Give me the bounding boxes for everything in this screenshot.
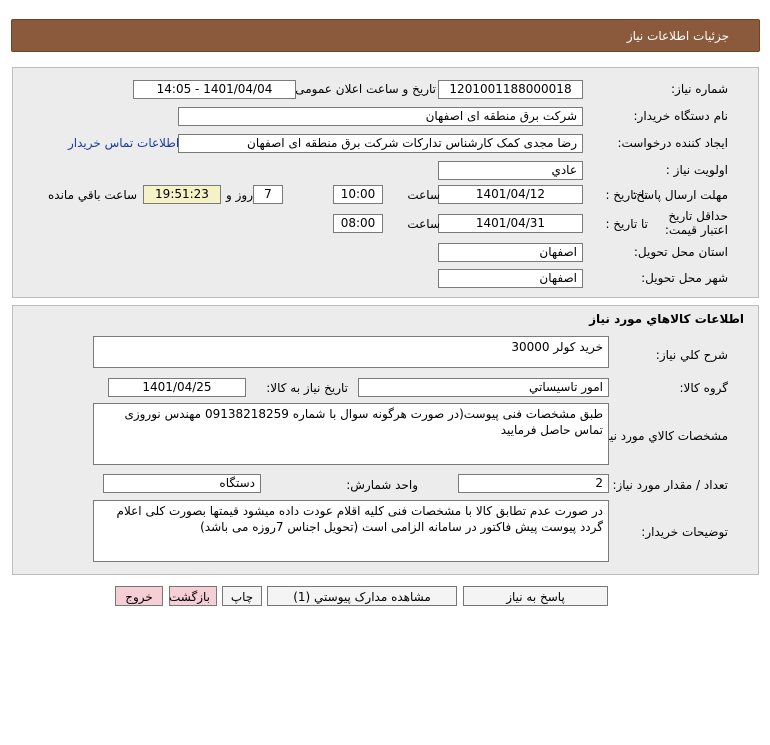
notes-label: توضيحات خريدار: (641, 525, 728, 539)
deadline-until-label: تا تاريخ : (605, 188, 648, 202)
buyer-org-label: نام دستگاه خريدار: (633, 109, 729, 123)
days-field: 7 (253, 185, 283, 204)
goods-info-panel: اطلاعات کالاهاي مورد نياز شرح کلي نياز: … (12, 305, 759, 575)
validity-until-label: تا تاريخ : (605, 217, 648, 231)
buyer-org-field: شرکت برق منطقه ای اصفهان (178, 107, 583, 126)
province-label: استان محل تحويل: (633, 245, 728, 259)
specs-field: طبق مشخصات فنی پیوست(در صورت هرگونه سوال… (93, 403, 609, 465)
validity-date-field: 1401/04/31 (438, 214, 583, 233)
need-info-panel: شماره نیاز: 1201001188000018 تاریخ و ساع… (12, 67, 759, 298)
announce-datetime-field: 1401/04/04 - 14:05 (133, 80, 296, 99)
unit-label: واحد شمارش: (346, 478, 418, 492)
remaining-label: ساعت باقي مانده (48, 188, 138, 202)
group-field: امور تاسيساتي (358, 378, 609, 397)
city-field: اصفهان (438, 269, 583, 288)
view-attachments-button[interactable]: مشاهده مدارک پيوستي (1) (267, 586, 457, 606)
qty-field: 2 (458, 474, 609, 493)
notes-field: در صورت عدم تطابق کالا با مشخصات فنی کلی… (93, 500, 609, 562)
need-date-field: 1401/04/25 (108, 378, 246, 397)
deadline-time-field: 10:00 (333, 185, 383, 204)
remaining-time-field: 19:51:23 (143, 185, 221, 204)
summary-field: خرید کولر 30000 (93, 336, 609, 368)
summary-label: شرح کلي نياز: (655, 348, 728, 362)
city-label: شهر محل تحويل: (641, 271, 728, 285)
group-label: گروه کالا: (679, 381, 729, 395)
validity-label: حداقل تاريخ اعتبار قيمت: (664, 209, 728, 237)
page-title: جزئیات اطلاعات نیاز (626, 29, 729, 43)
unit-field: دستگاه (103, 474, 261, 493)
priority-field: عادي (438, 161, 583, 180)
deadline-time-label: ساعت (407, 188, 440, 202)
announce-label: تاریخ و ساعت اعلان عمومی: (291, 82, 436, 96)
days-and-label: روز و (226, 188, 253, 202)
goods-section-title: اطلاعات کالاهاي مورد نياز (589, 312, 744, 326)
validity-time-label: ساعت (407, 217, 440, 231)
priority-label: اولويت نياز : (665, 163, 728, 177)
back-button[interactable]: بازگشت (169, 586, 217, 606)
need-number-field: 1201001188000018 (438, 80, 583, 99)
print-button[interactable]: چاپ (222, 586, 262, 606)
need-number-label: شماره نیاز: (671, 82, 728, 96)
buyer-contact-link[interactable]: اطلاعات تماس خريدار (68, 136, 179, 150)
creator-field: رضا مجدی کمک کارشناس تدارکات شرکت برق من… (178, 134, 583, 153)
province-field: اصفهان (438, 243, 583, 262)
exit-button[interactable]: خروج (115, 586, 163, 606)
deadline-date-field: 1401/04/12 (438, 185, 583, 204)
qty-label: تعداد / مقدار مورد نياز: (612, 478, 728, 492)
need-date-label: تاریخ نیاز به کالا: (266, 381, 348, 395)
page-title-bar: جزئیات اطلاعات نیاز (11, 19, 760, 52)
creator-label: ايجاد کننده درخواست: (617, 136, 728, 150)
specs-label: مشخصات کالاي مورد نياز: (596, 429, 728, 443)
validity-time-field: 08:00 (333, 214, 383, 233)
reply-button[interactable]: پاسخ به نياز (463, 586, 608, 606)
